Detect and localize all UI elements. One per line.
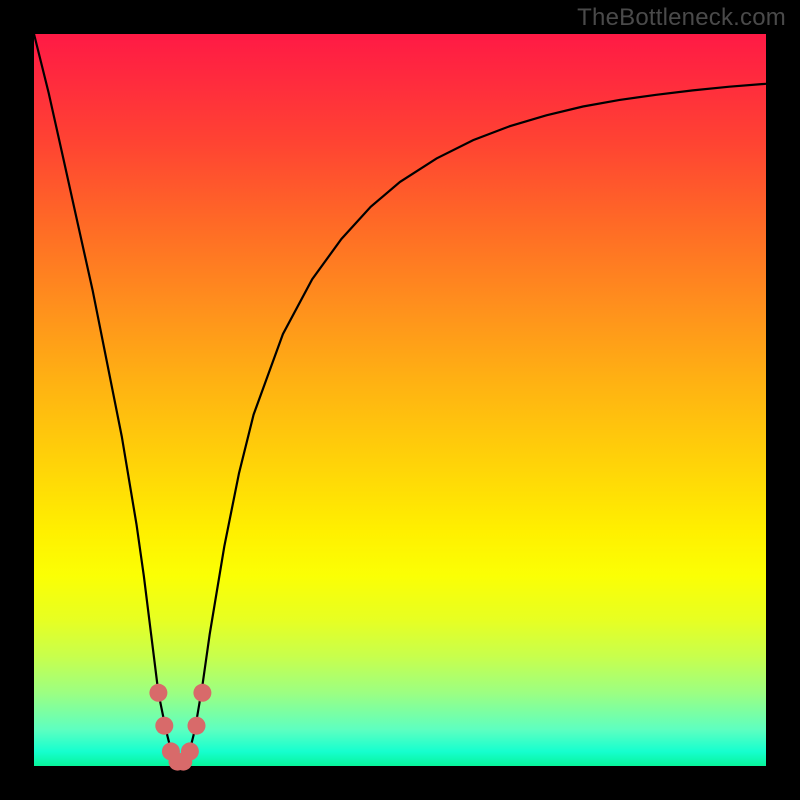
marker-dot	[193, 684, 211, 702]
marker-dots-group	[149, 684, 211, 771]
marker-dot	[149, 684, 167, 702]
chart-svg	[0, 0, 800, 800]
marker-dot	[188, 717, 206, 735]
bottleneck-curve	[34, 34, 766, 766]
chart-frame: TheBottleneck.com	[0, 0, 800, 800]
marker-dot	[181, 742, 199, 760]
marker-dot	[155, 717, 173, 735]
watermark-text: TheBottleneck.com	[577, 4, 786, 32]
